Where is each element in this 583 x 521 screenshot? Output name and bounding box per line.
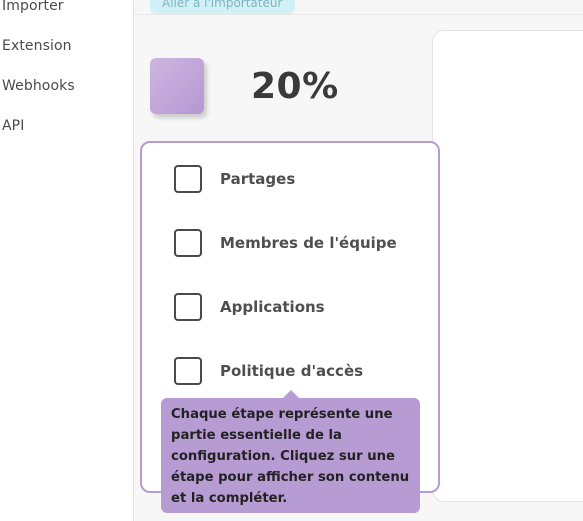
step-applications[interactable]: Applications [174,290,325,324]
step-label: Applications [220,298,325,316]
sidebar-item-webhooks[interactable]: Webhooks [2,78,75,94]
top-divider [134,14,583,15]
sidebar-item-importer[interactable]: Importer [2,0,64,14]
progress-tile [150,58,204,114]
progress-percent: 20% [251,66,339,107]
step-label: Politique d'accès [220,362,364,380]
importer-banner-button[interactable]: Aller à l'importateur [150,0,295,14]
tooltip-text: Chaque étape représente une partie essen… [171,407,410,506]
onboarding-tooltip: Chaque étape représente une partie essen… [161,390,420,513]
step-partages[interactable]: Partages [174,162,295,196]
sidebar-item-api[interactable]: API [2,118,24,134]
step-checkbox[interactable] [174,293,202,321]
step-checkbox[interactable] [174,229,202,257]
step-checkbox[interactable] [174,357,202,385]
content-panel [432,30,583,502]
step-checkbox[interactable] [174,165,202,193]
step-politique-acces[interactable]: Politique d'accès [174,354,363,388]
step-membres-equipe[interactable]: Membres de l'équipe [174,226,397,260]
sidebar-item-extension[interactable]: Extension [2,38,72,54]
importer-banner-label: Aller à l'importateur [162,0,283,10]
sidebar: Importer Extension Webhooks API [0,0,134,521]
step-label: Membres de l'équipe [220,234,397,252]
step-label: Partages [220,170,296,188]
